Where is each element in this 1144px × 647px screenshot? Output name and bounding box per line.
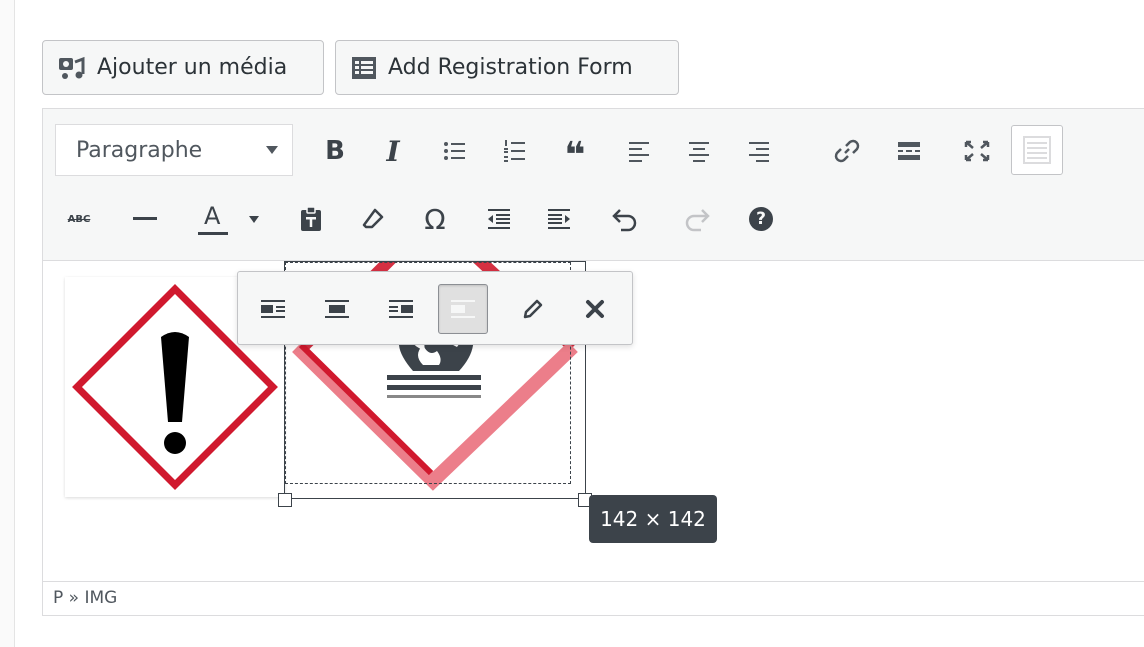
no-align-icon [451,300,475,318]
clear-formatting-icon [362,208,384,229]
horizontal-line-icon [133,217,157,220]
fullscreen-icon [964,140,990,162]
add-media-label: Ajouter un média [97,55,288,80]
left-border [0,0,15,647]
bold-icon: B [325,136,345,166]
align-left-button[interactable] [619,131,659,171]
read-more-icon [898,142,920,160]
text-color-letter: A [204,202,221,230]
format-select[interactable]: Paragraphe [55,124,293,176]
image-inline-toolbar [237,271,633,345]
image-size-tooltip: 142 × 142 [589,495,717,543]
blockquote-button[interactable]: ❝ [555,131,595,176]
add-registration-form-button[interactable]: Add Registration Form [335,40,679,95]
strikethrough-icon: ABC [67,213,91,225]
align-center-icon [689,142,709,162]
toolbar-toggle-button[interactable] [1011,125,1063,175]
link-button[interactable] [827,131,867,171]
text-color-icon: A [198,202,228,236]
media-icon [57,54,87,82]
statusbar: P » IMG [43,581,1144,615]
remove-icon [586,300,604,318]
special-character-icon: Ω [424,202,446,236]
read-more-button[interactable] [889,131,929,171]
align-left-icon [629,142,649,162]
outdent-icon [488,209,510,229]
image-align-right-button[interactable] [376,284,426,334]
bullet-list-icon [444,142,465,160]
numbered-list-icon [504,140,525,162]
undo-button[interactable] [605,199,645,239]
resize-handle-bottom-left[interactable] [278,493,292,507]
special-character-button[interactable]: Ω [415,199,455,239]
image-align-left-button[interactable] [248,284,298,334]
italic-icon: I [386,134,400,168]
image-size-text: 142 × 142 [600,507,706,531]
bullet-list-button[interactable] [435,131,475,171]
toolbar-toggle-icon [1023,136,1051,164]
align-left-icon [261,300,285,318]
bold-button[interactable]: B [315,131,355,171]
fullscreen-button[interactable] [957,131,997,171]
edit-icon [523,299,543,319]
paste-text-icon [301,206,321,231]
add-media-button[interactable]: Ajouter un média [42,40,324,95]
indent-button[interactable] [539,199,579,239]
strikethrough-button[interactable]: ABC [59,199,99,239]
outdent-button[interactable] [479,199,519,239]
image-remove-button[interactable] [570,284,620,334]
align-right-icon [389,300,413,318]
link-icon [834,139,860,163]
redo-button[interactable] [677,199,717,239]
image-align-center-button[interactable] [312,284,362,334]
help-button[interactable]: ? [741,199,781,239]
paste-text-button[interactable] [291,199,331,239]
format-select-value: Paragraphe [76,137,203,163]
add-registration-form-label: Add Registration Form [388,55,633,80]
align-right-button[interactable] [739,131,779,171]
blockquote-icon: ❝ [564,135,586,176]
element-path[interactable]: P » IMG [53,588,117,608]
text-color-dropdown[interactable] [239,199,269,239]
italic-button[interactable]: I [373,131,413,171]
align-center-button[interactable] [679,131,719,171]
align-right-icon [749,142,769,162]
text-color-button[interactable]: A [193,199,233,239]
help-icon: ? [749,207,773,231]
numbered-list-button[interactable] [495,131,535,171]
form-table-icon [350,55,378,81]
align-center-icon [325,300,349,318]
chevron-down-icon [266,146,278,154]
image-no-align-button[interactable] [438,284,488,334]
indent-icon [548,209,570,229]
chevron-down-icon [249,215,259,223]
redo-icon [685,209,710,232]
horizontal-line-button[interactable] [125,199,165,239]
editor-toolbar: Paragraphe B I ❝ ABC A Ω ? [43,109,1144,261]
image-edit-button[interactable] [508,284,558,334]
clear-formatting-button[interactable] [353,199,393,239]
undo-icon [612,209,637,232]
